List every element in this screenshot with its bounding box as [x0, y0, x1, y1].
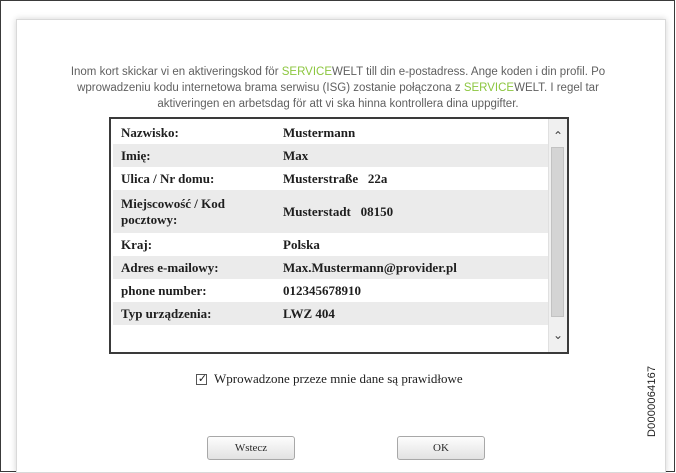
user-data-table-container[interactable]: Nazwisko: Mustermann Imię: Max Ulica / N…	[109, 117, 569, 354]
table-row: Adres e-mailowy: Max.Mustermann@provider…	[113, 256, 549, 279]
ok-button[interactable]: OK	[397, 436, 485, 460]
row-value: Mustermann	[275, 121, 549, 144]
brand-service: SERVICE	[281, 66, 333, 78]
chevron-down-icon[interactable]: ⌄	[549, 326, 567, 344]
table-row: Typ urządzenia: LWZ 404	[113, 302, 549, 325]
row-value: Musterstraße 22a	[275, 167, 549, 190]
table-row: Imię: Max	[113, 144, 549, 167]
row-value: Musterstadt 08150	[275, 190, 549, 233]
table-scrollbar[interactable]: ⌃ ⌄	[548, 119, 567, 352]
row-label: phone number:	[113, 279, 275, 302]
row-label: Adres e-mailowy:	[113, 256, 275, 279]
table-row: phone number: 012345678910	[113, 279, 549, 302]
checkmark-icon: ✓	[197, 371, 208, 385]
scrollbar-thumb[interactable]	[551, 147, 564, 317]
row-value: Polska	[275, 233, 549, 256]
confirm-checkbox[interactable]: ✓	[196, 371, 208, 385]
intro-text: Inom kort skickar vi en aktiveringskod f…	[48, 64, 628, 112]
row-label: Miejscowość / Kod pocztowy:	[113, 190, 275, 233]
confirm-data-checkbox-row[interactable]: ✓ Wprowadzone przeze mnie dane są prawid…	[196, 371, 463, 387]
row-value: 012345678910	[275, 279, 549, 302]
brand-welt: WELT	[514, 82, 544, 94]
user-data-table: Nazwisko: Mustermann Imię: Max Ulica / N…	[113, 121, 549, 325]
brand-welt: WELT	[332, 66, 363, 78]
row-label: Nazwisko:	[113, 121, 275, 144]
table-row: Ulica / Nr domu: Musterstraße 22a	[113, 167, 549, 190]
row-value: LWZ 404	[275, 302, 549, 325]
row-value: Max	[275, 144, 549, 167]
row-label: Kraj:	[113, 233, 275, 256]
chevron-up-icon[interactable]: ⌃	[549, 127, 567, 145]
row-label: Ulica / Nr domu:	[113, 167, 275, 190]
row-label: Typ urządzenia:	[113, 302, 275, 325]
table-row: Kraj: Polska	[113, 233, 549, 256]
confirm-label: Wprowadzone przeze mnie dane są prawidło…	[214, 371, 463, 386]
intro-text-part1: Inom kort skickar vi en aktiveringskod f…	[70, 66, 282, 78]
table-row: Nazwisko: Mustermann	[113, 121, 549, 144]
row-label: Imię:	[113, 144, 275, 167]
row-value: Max.Mustermann@provider.pl	[275, 256, 549, 279]
brand-service: SERVICE	[463, 82, 515, 94]
document-id: D0000064167	[646, 365, 658, 437]
table-row: Miejscowość / Kod pocztowy: Musterstadt …	[113, 190, 549, 233]
back-button[interactable]: Wstecz	[207, 436, 295, 460]
